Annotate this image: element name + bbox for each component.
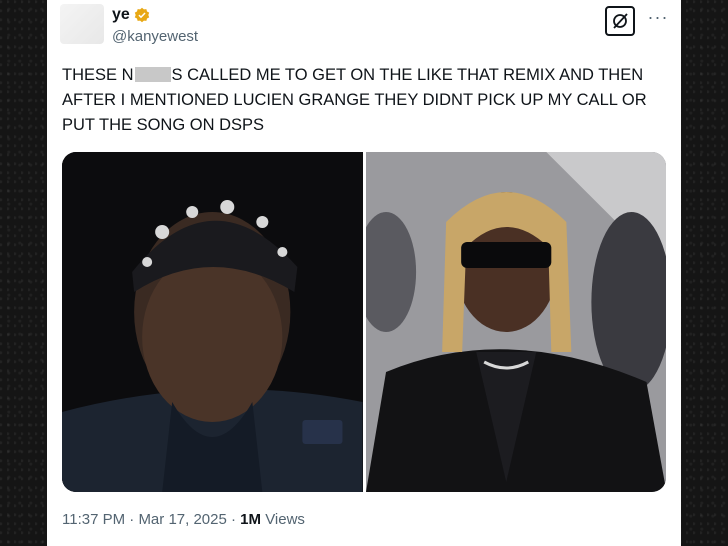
avatar[interactable] (60, 4, 104, 44)
photo-right-art (365, 152, 666, 492)
separator: · (129, 511, 135, 528)
display-name-row[interactable]: ye (112, 6, 150, 24)
views-label: Views (265, 511, 305, 528)
handle[interactable]: @kanyewest (112, 28, 198, 45)
tweet-text-part1: THESE N (62, 66, 134, 84)
separator: · (231, 511, 236, 528)
photo-left[interactable] (62, 152, 363, 492)
media-grid (62, 152, 666, 492)
verified-badge-icon (134, 7, 149, 23)
photo-right[interactable] (365, 152, 666, 492)
grok-icon (613, 13, 628, 29)
censor-block (134, 67, 171, 82)
tweet-date[interactable]: Mar 17, 2025 (138, 511, 226, 528)
tweet-time[interactable]: 11:37 PM (62, 511, 125, 528)
views-count: 1M (240, 511, 262, 528)
timestamp-row[interactable]: 11:37 PM · Mar 17, 2025 · 1M Views (62, 511, 305, 528)
tweet-text: THESE NS CALLED ME TO GET ON THE LIKE TH… (62, 63, 662, 138)
display-name[interactable]: ye (112, 6, 130, 24)
photo-left-art (62, 152, 363, 492)
more-icon[interactable]: ··· (646, 8, 670, 32)
grok-button[interactable] (605, 6, 635, 36)
